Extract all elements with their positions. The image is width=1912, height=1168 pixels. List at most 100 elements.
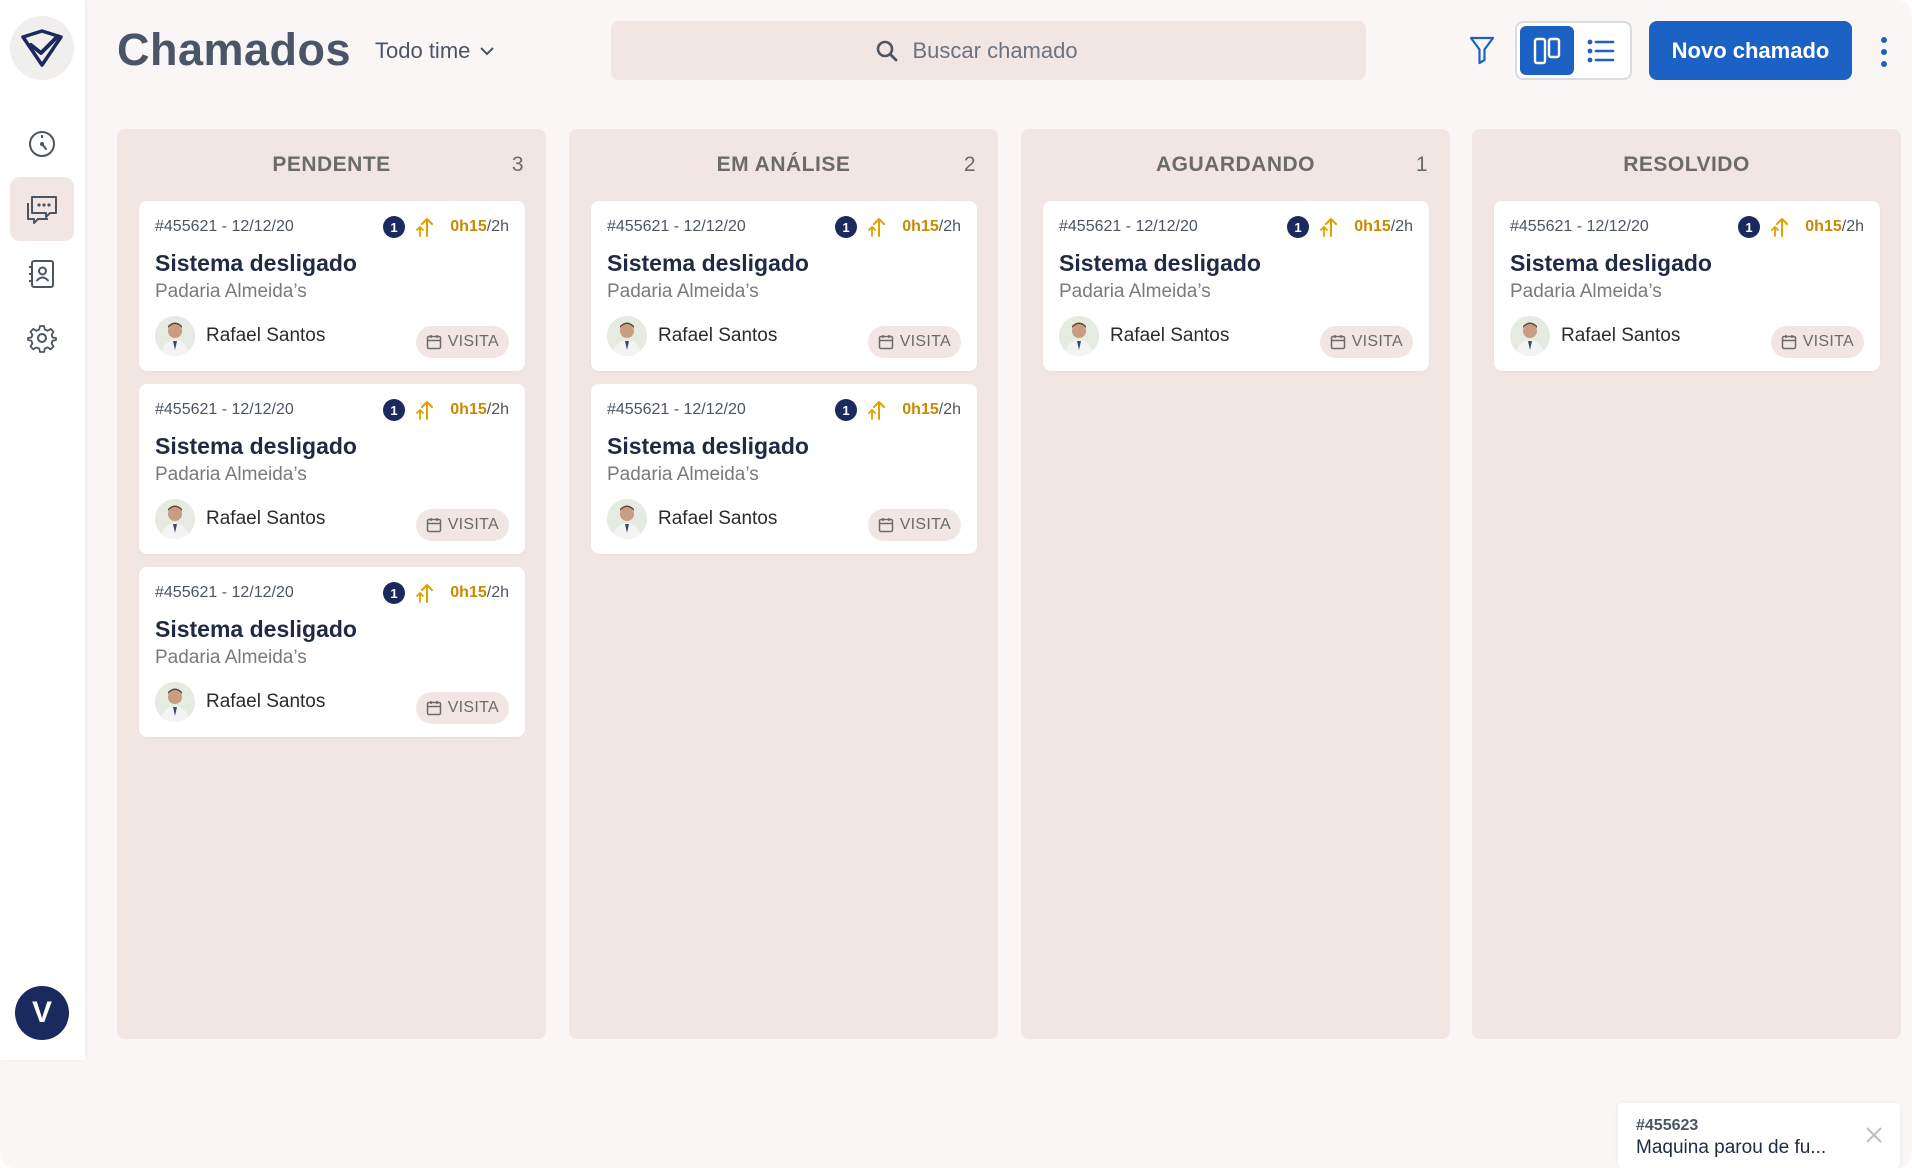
- sidebar-item-contacts[interactable]: [10, 242, 74, 306]
- column-title: RESOLVIDO: [1623, 153, 1750, 176]
- team-filter-dropdown[interactable]: Todo time: [375, 38, 495, 64]
- ticket-title: Sistema desligado: [1059, 250, 1261, 276]
- column-3: RESOLVIDO #455621 - 12/12/20 1 0h15/2h Siste…: [1472, 129, 1901, 1039]
- assignee-name: Rafael Santos: [206, 508, 326, 529]
- ticket-client: Padaria Almeida’s: [607, 281, 759, 302]
- ticket-tag[interactable]: VISITA: [415, 326, 509, 358]
- ticket-client: Padaria Almeida’s: [1510, 281, 1662, 302]
- priority-badge: 1: [1738, 216, 1760, 238]
- ticket-title: Sistema desligado: [1510, 250, 1712, 276]
- time-tracker: 0h15/2h: [902, 401, 961, 419]
- assignee-name: Rafael Santos: [206, 691, 326, 712]
- column-title: EM ANÁLISE: [716, 153, 851, 176]
- ticket-id-date: #455621 - 12/12/20: [1510, 218, 1649, 235]
- sidebar-item-tickets[interactable]: [10, 177, 74, 241]
- sidebar-item-settings[interactable]: [10, 306, 74, 370]
- close-icon[interactable]: [1864, 1125, 1884, 1145]
- time-spent: 0h15: [450, 401, 487, 418]
- new-ticket-button[interactable]: Novo chamado: [1649, 21, 1852, 80]
- ticket-tag[interactable]: VISITA: [1770, 326, 1864, 358]
- ticket-tag[interactable]: VISITA: [1319, 326, 1413, 358]
- time-limit: /2h: [486, 584, 509, 601]
- person-photo-icon: [155, 499, 195, 539]
- ticket-id-date: #455621 - 12/12/20: [155, 584, 294, 601]
- contact-book-icon: [29, 260, 54, 288]
- assignee-avatar: [1510, 316, 1550, 356]
- filter-icon: [1469, 36, 1495, 65]
- list-view-button[interactable]: [1574, 26, 1628, 75]
- time-limit: /2h: [486, 401, 509, 418]
- ticket-card[interactable]: #455621 - 12/12/20 1 0h15/2h Sistema deslig…: [591, 201, 977, 371]
- calendar-icon: [1330, 335, 1345, 350]
- kanban-view-button[interactable]: [1520, 26, 1574, 75]
- time-tracker: 0h15/2h: [450, 401, 509, 419]
- ticket-card[interactable]: #455621 - 12/12/20 1 0h15/2h Sistema deslig…: [139, 201, 525, 371]
- priority-badge: 1: [383, 399, 405, 421]
- ticket-card[interactable]: #455621 - 12/12/20 1 0h15/2h Sistema deslig…: [1043, 201, 1429, 371]
- ticket-tag[interactable]: VISITA: [867, 509, 961, 541]
- notification-toast[interactable]: #455623 Maquina parou de fu...: [1618, 1103, 1900, 1168]
- ticket-tag[interactable]: VISITA: [415, 692, 509, 724]
- search-input[interactable]: [912, 37, 1103, 64]
- ticket-card[interactable]: #455621 - 12/12/20 1 0h15/2h Sistema deslig…: [1494, 201, 1880, 371]
- priority-arrow-icon: [416, 584, 433, 603]
- calendar-icon: [426, 335, 441, 350]
- time-limit: /2h: [486, 218, 509, 235]
- app-logo[interactable]: [10, 16, 74, 80]
- kanban-icon: [1533, 37, 1560, 64]
- toast-message: Maquina parou de fu...: [1636, 1137, 1827, 1158]
- column-header: AGUARDANDO 1: [1021, 129, 1450, 201]
- ticket-card[interactable]: #455621 - 12/12/20 1 0h15/2h Sistema deslig…: [591, 384, 977, 554]
- person-photo-icon: [607, 499, 647, 539]
- ticket-card[interactable]: #455621 - 12/12/20 1 0h15/2h Sistema deslig…: [139, 384, 525, 554]
- more-options-icon[interactable]: [1872, 32, 1896, 72]
- time-tracker: 0h15/2h: [1354, 218, 1413, 236]
- ticket-client: Padaria Almeida’s: [155, 647, 307, 668]
- toast-ticket-id: #455623: [1636, 1117, 1699, 1134]
- time-spent: 0h15: [1805, 218, 1842, 235]
- ticket-tag-label: VISITA: [447, 699, 499, 716]
- time-limit: /2h: [1390, 218, 1413, 235]
- assignee-name: Rafael Santos: [1561, 325, 1681, 346]
- sidebar-item-dashboard[interactable]: [10, 112, 74, 176]
- assignee-avatar: [607, 499, 647, 539]
- priority-arrow-icon: [868, 218, 885, 237]
- person-photo-icon: [1510, 316, 1550, 356]
- time-tracker: 0h15/2h: [1805, 218, 1864, 236]
- time-limit: /2h: [1841, 218, 1864, 235]
- user-avatar[interactable]: V: [15, 986, 69, 1040]
- priority-badge: 1: [383, 582, 405, 604]
- ticket-tag[interactable]: VISITA: [415, 509, 509, 541]
- ticket-tag-label: VISITA: [447, 516, 499, 533]
- logo-icon: [21, 29, 63, 67]
- ticket-client: Padaria Almeida’s: [607, 464, 759, 485]
- column-count: 3: [511, 153, 524, 176]
- assignee-avatar: [1059, 316, 1099, 356]
- assignee-name: Rafael Santos: [658, 508, 778, 529]
- ticket-title: Sistema desligado: [155, 433, 357, 459]
- time-tracker: 0h15/2h: [902, 218, 961, 236]
- person-photo-icon: [155, 682, 195, 722]
- chevron-down-icon: [480, 46, 495, 55]
- filter-button[interactable]: [1466, 32, 1498, 68]
- calendar-icon: [878, 518, 893, 533]
- view-toggle: [1515, 21, 1632, 80]
- ticket-id-date: #455621 - 12/12/20: [607, 401, 746, 418]
- priority-badge: 1: [835, 399, 857, 421]
- column-2: AGUARDANDO 1 #455621 - 12/12/20 1 0h15/2h Sis…: [1021, 129, 1450, 1039]
- calendar-icon: [426, 518, 441, 533]
- assignee-name: Rafael Santos: [1110, 325, 1230, 346]
- ticket-title: Sistema desligado: [607, 433, 809, 459]
- time-spent: 0h15: [450, 584, 487, 601]
- gauge-icon: [29, 131, 55, 157]
- assignee-name: Rafael Santos: [658, 325, 778, 346]
- calendar-icon: [878, 335, 893, 350]
- time-limit: /2h: [938, 218, 961, 235]
- app-window: V Chamados Todo time Buscar chamado Novo…: [0, 0, 1912, 1168]
- calendar-icon: [426, 701, 441, 716]
- person-photo-icon: [607, 316, 647, 356]
- search-bar[interactable]: [611, 21, 1366, 80]
- ticket-tag[interactable]: VISITA: [867, 326, 961, 358]
- ticket-title: Sistema desligado: [607, 250, 809, 276]
- ticket-card[interactable]: #455621 - 12/12/20 1 0h15/2h Sistema deslig…: [139, 567, 525, 737]
